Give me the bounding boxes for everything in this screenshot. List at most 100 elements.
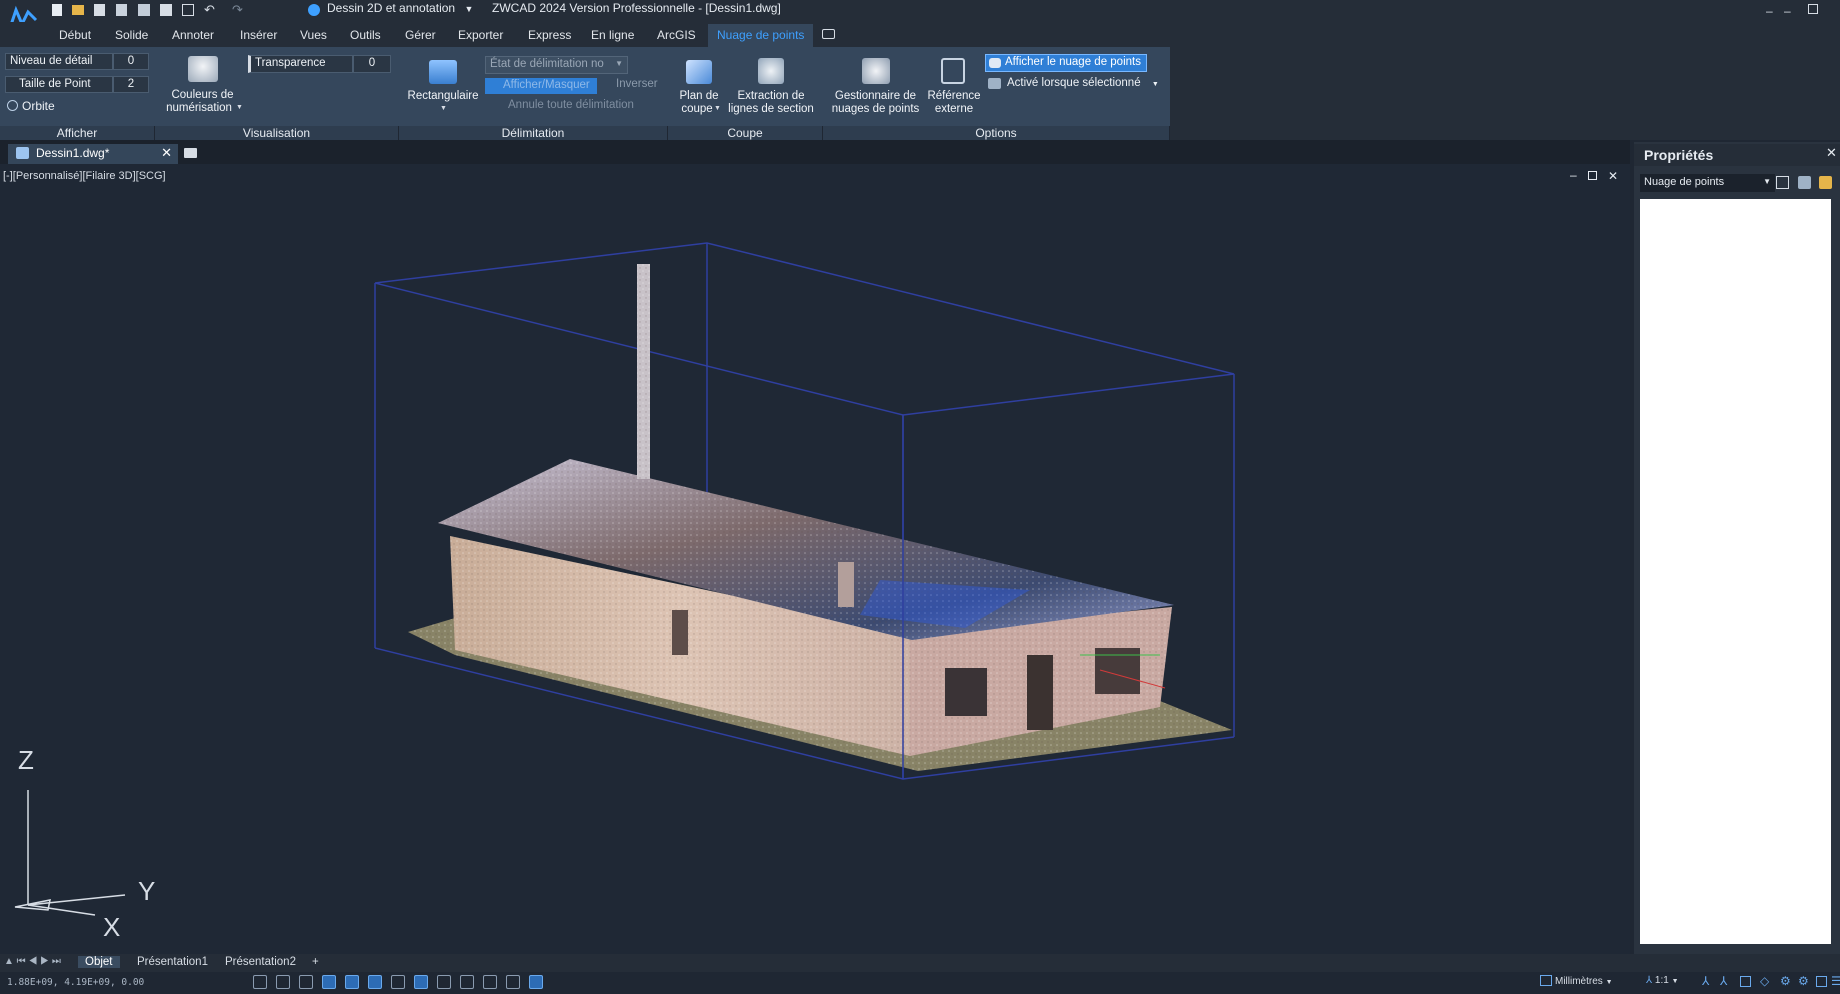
extraction-lignes-button[interactable]: Extraction de lignes de section: [726, 56, 816, 122]
taille-point-input[interactable]: 2: [113, 76, 149, 93]
tab-outils[interactable]: Outils: [350, 28, 381, 42]
redo-icon[interactable]: ↷: [232, 2, 243, 18]
minimize-doc-icon[interactable]: –: [1784, 4, 1791, 18]
toggle-pickadd-icon[interactable]: [1776, 176, 1789, 189]
gestionnaire-label-1: Gestionnaire de: [834, 90, 917, 102]
chevron-down-icon: ▼: [236, 104, 243, 111]
tab-presentation1[interactable]: Présentation1: [130, 956, 215, 968]
axis-x-label: X: [103, 912, 121, 942]
transparence-input[interactable]: 0: [353, 55, 391, 73]
panel-visualisation-label: Visualisation: [155, 126, 399, 140]
properties-selection-dropdown[interactable]: Nuage de points ▼: [1640, 174, 1775, 192]
close-icon[interactable]: ✕: [161, 145, 172, 161]
workspace-selector[interactable]: Dessin 2D et annotation ▼: [327, 1, 473, 15]
tab-nuage-de-points[interactable]: Nuage de points: [708, 24, 814, 47]
tab-debut[interactable]: Début: [59, 28, 91, 42]
quick-properties-icon[interactable]: [483, 975, 497, 989]
units-value: Millimètres: [1555, 976, 1603, 987]
open-folder-icon[interactable]: [72, 5, 84, 15]
tab-gerer[interactable]: Gérer: [405, 28, 436, 42]
transparency-icon[interactable]: [460, 975, 474, 989]
selection-cycling-icon[interactable]: [506, 975, 520, 989]
customize-icon[interactable]: ☰: [1831, 974, 1840, 988]
status-tray-icons: ⅄ ⅄ ◇ ⚙ ⚙ ☰: [1700, 974, 1840, 990]
dynamic-ucs-icon[interactable]: [391, 975, 405, 989]
object-tracking-icon[interactable]: [368, 975, 382, 989]
tab-arcgis[interactable]: ArcGIS: [657, 28, 696, 42]
dynamic-input-icon[interactable]: [414, 975, 428, 989]
save-icon[interactable]: [94, 4, 105, 16]
minimize-icon[interactable]: –: [1766, 4, 1773, 18]
tab-express[interactable]: Express: [528, 28, 571, 42]
new-tab-icon[interactable]: [184, 148, 197, 158]
tab-en-ligne[interactable]: En ligne: [591, 28, 634, 42]
auto-scale-icon[interactable]: ⅄: [1720, 974, 1727, 988]
couleurs-numerisation-button[interactable]: Couleurs de numérisation ▼: [160, 52, 245, 122]
new-file-icon[interactable]: [52, 4, 62, 16]
reference-externe-button[interactable]: Référence externe: [924, 56, 984, 122]
annotation-visibility-icon[interactable]: ⅄: [1702, 974, 1709, 988]
tab-objet[interactable]: Objet: [78, 956, 120, 968]
units-selector[interactable]: Millimètres ▼: [1540, 975, 1613, 987]
afficher-masquer-button[interactable]: Afficher/Masquer: [485, 78, 597, 94]
document-tab-label: Dessin1.dwg*: [36, 146, 110, 160]
orbite-button[interactable]: Orbite: [7, 99, 55, 113]
ribbon-toggle-icon[interactable]: [822, 29, 835, 39]
tab-inserer[interactable]: Insérer: [240, 28, 277, 42]
annotation-monitor-icon[interactable]: [529, 975, 543, 989]
afficher-nuage-toggle[interactable]: Afficher le nuage de points: [985, 54, 1147, 72]
grid-icon[interactable]: [253, 975, 267, 989]
tab-annoter[interactable]: Annoter: [172, 28, 214, 42]
annule-delimitation-button[interactable]: Annule toute délimitation: [488, 99, 634, 111]
couleurs-label-1: Couleurs de: [171, 89, 234, 101]
snap-icon[interactable]: [276, 975, 290, 989]
coordinates-readout: 1.88E+09, 4.19E+09, 0.00: [7, 977, 145, 988]
plot-icon[interactable]: [182, 4, 194, 16]
rectangulaire-label: Rectangulaire: [407, 90, 479, 102]
ortho-icon[interactable]: [299, 975, 313, 989]
document-tab-dessin1[interactable]: Dessin1.dwg* ✕: [8, 144, 178, 164]
batch-save-icon[interactable]: [138, 4, 150, 16]
tab-exporter[interactable]: Exporter: [458, 28, 503, 42]
restore-icon[interactable]: [1808, 4, 1818, 14]
tab-vues[interactable]: Vues: [300, 28, 327, 42]
quick-select-icon[interactable]: [1819, 176, 1832, 189]
workspace-switch-icon[interactable]: [1740, 976, 1751, 987]
tab-presentation2[interactable]: Présentation2: [218, 956, 303, 968]
lineweight-icon[interactable]: [437, 975, 451, 989]
axis-y-label: Y: [138, 876, 156, 906]
lock-ui-icon[interactable]: ◇: [1760, 974, 1769, 988]
tab-solide[interactable]: Solide: [115, 28, 148, 42]
chevron-down-icon: ▼: [615, 59, 623, 68]
clean-screen-icon[interactable]: [1816, 976, 1827, 987]
plan-coupe-button[interactable]: Plan de coupe ▼: [674, 56, 724, 122]
point-cloud-visible-icon: [989, 58, 1001, 68]
annotation-scale-selector[interactable]: ⅄ 1:1 ▼: [1646, 975, 1679, 986]
etat-delimitation-value: État de délimitation no: [490, 58, 604, 70]
print-icon[interactable]: [160, 4, 172, 16]
polar-tracking-icon[interactable]: [322, 975, 336, 989]
etat-delimitation-select[interactable]: État de délimitation no ▼: [485, 56, 628, 74]
undo-icon[interactable]: ↶: [204, 2, 215, 18]
active-selectionne-button[interactable]: Activé lorsque sélectionné ▼: [988, 77, 1159, 89]
settings-icon[interactable]: ⚙: [1780, 974, 1791, 988]
hardware-acceleration-icon[interactable]: ⚙: [1798, 974, 1809, 988]
osnap-icon[interactable]: [345, 975, 359, 989]
window-title: ZWCAD 2024 Version Professionnelle - [De…: [492, 1, 781, 15]
active-selected-icon: [988, 78, 1001, 89]
workspace-icon: [308, 4, 320, 16]
add-layout-button[interactable]: +: [305, 956, 326, 968]
axis-z-label: Z: [18, 745, 34, 775]
chevron-down-icon: ▼: [1151, 81, 1159, 88]
save-as-icon[interactable]: [116, 4, 127, 16]
cloud-manager-icon: [862, 58, 890, 84]
inverser-button[interactable]: Inverser: [600, 78, 658, 90]
workspace-label: Dessin 2D et annotation: [327, 1, 456, 15]
select-objects-icon[interactable]: [1798, 176, 1811, 189]
active-selectionne-label: Activé lorsque sélectionné: [1007, 77, 1141, 89]
niveau-detail-input[interactable]: 0: [113, 53, 149, 70]
gestionnaire-nuages-button[interactable]: Gestionnaire de nuages de points: [828, 56, 923, 122]
layout-nav-icons[interactable]: ▲ ⏮ ◀ ▶ ⏭: [4, 956, 61, 967]
properties-close-icon[interactable]: ✕: [1826, 145, 1837, 161]
rectangulaire-button[interactable]: Rectangulaire ▼: [405, 56, 481, 122]
